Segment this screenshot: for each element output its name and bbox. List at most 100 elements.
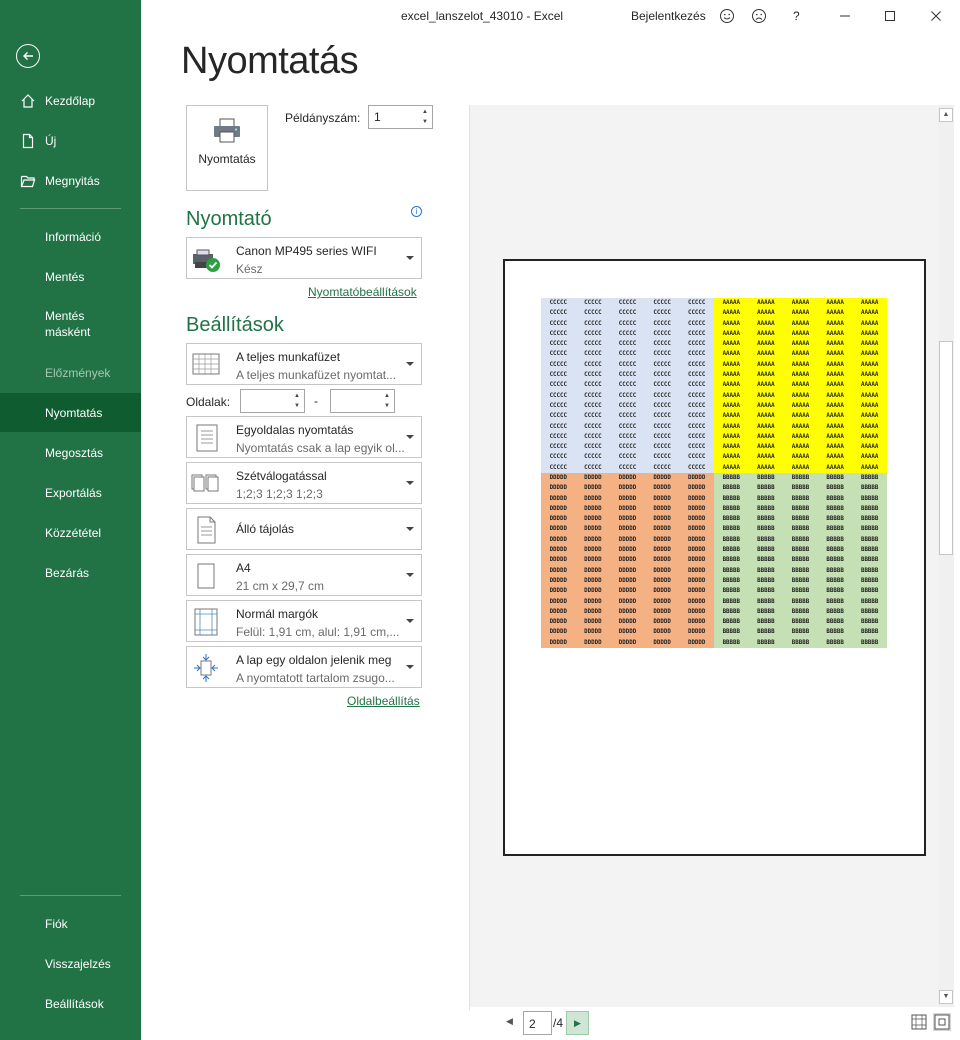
preview-cell: DDDDD — [653, 577, 671, 584]
sidebar-item-label: Megnyitás — [45, 174, 100, 188]
preview-cell: AAAAA — [757, 361, 775, 368]
sidebar-item-close[interactable]: Bezárás — [0, 554, 141, 592]
preview-cell: DDDDD — [653, 639, 671, 646]
printer-properties-link[interactable]: Nyomtatóbeállítások — [308, 285, 417, 299]
chevron-down-icon — [406, 665, 414, 669]
preview-cell: DDDDD — [653, 516, 671, 523]
sidebar-item-home[interactable]: Kezdőlap — [0, 82, 141, 120]
page-number-input[interactable]: 2 — [523, 1011, 552, 1035]
sidebar-item-label: Visszajelzés — [45, 957, 111, 971]
preview-cell: CCCCC — [549, 361, 568, 368]
preview-scrollbar[interactable]: ▲ ▼ — [938, 105, 954, 1007]
preview-cell: BBBBB — [860, 536, 879, 543]
preview-cell: BBBBB — [826, 598, 844, 605]
pages-to-stepper[interactable]: ▲ ▼ — [330, 389, 395, 413]
sidebar-item-print[interactable]: Nyomtatás — [0, 393, 141, 432]
preview-cell: CCCCC — [653, 341, 671, 348]
info-icon[interactable]: i — [411, 206, 422, 217]
sidebar-item-info[interactable]: Információ — [0, 218, 141, 256]
preview-cell: CCCCC — [687, 351, 706, 358]
pages-from-input[interactable] — [246, 394, 286, 408]
orientation-dropdown[interactable]: Álló tájolás — [186, 508, 422, 550]
preview-cell: BBBBB — [826, 639, 844, 646]
show-margins-icon[interactable] — [910, 1013, 928, 1031]
spin-down-icon[interactable]: ▼ — [420, 118, 430, 127]
sidebar-item-export[interactable]: Exportálás — [0, 474, 141, 512]
sign-in-link[interactable]: Bejelentkezés — [631, 9, 706, 23]
sidebar-item-save[interactable]: Mentés — [0, 258, 141, 296]
preview-cell: AAAAA — [722, 341, 741, 348]
preview-cell: BBBBB — [722, 577, 741, 584]
sidebar-item-open[interactable]: Megnyitás — [0, 162, 141, 200]
back-arrow-icon[interactable] — [16, 44, 40, 68]
margins-dropdown[interactable]: Normál margók Felül: 1,91 cm, alul: 1,91… — [186, 600, 422, 642]
preview-cell: BBBBB — [860, 475, 879, 481]
preview-cell: CCCCC — [584, 454, 602, 461]
sides-dropdown[interactable]: Egyoldalas nyomtatás Nyomtatás csak a la… — [186, 416, 422, 458]
preview-cell: BBBBB — [757, 598, 775, 605]
preview-cell: AAAAA — [722, 382, 741, 389]
printer-dropdown[interactable]: Canon MP495 series WIFI Kész — [186, 237, 422, 279]
preview-cell: BBBBB — [791, 547, 810, 554]
print-button[interactable]: Nyomtatás — [186, 105, 268, 191]
sidebar-item-new[interactable]: Új — [0, 122, 141, 160]
preview-cell: DDDDD — [653, 495, 671, 502]
copies-stepper[interactable]: ▲ ▼ — [368, 105, 433, 129]
preview-cell: BBBBB — [757, 526, 775, 533]
preview-cell: CCCCC — [584, 300, 602, 306]
collate-dropdown[interactable]: Szétválogatással 1;2;3 1;2;3 1;2;3 — [186, 462, 422, 504]
copies-input[interactable] — [374, 110, 414, 124]
print-what-dropdown[interactable]: A teljes munkafüzet A teljes munkafüzet … — [186, 343, 422, 385]
margins-icon — [194, 608, 218, 636]
preview-cell: CCCCC — [618, 351, 637, 358]
preview-cell: AAAAA — [757, 341, 775, 348]
scroll-up-icon[interactable]: ▲ — [939, 108, 953, 122]
pages-to-input[interactable] — [336, 394, 376, 408]
preview-cell: AAAAA — [791, 444, 810, 451]
preview-cell: BBBBB — [826, 577, 844, 584]
preview-cell: BBBBB — [791, 475, 810, 481]
spin-up-icon[interactable]: ▲ — [292, 392, 302, 401]
sidebar-item-share[interactable]: Megosztás — [0, 434, 141, 472]
spin-up-icon[interactable]: ▲ — [382, 392, 392, 401]
spin-up-icon[interactable]: ▲ — [420, 108, 430, 117]
preview-cell: BBBBB — [860, 608, 879, 615]
preview-cell: DDDDD — [549, 629, 568, 636]
preview-cell: BBBBB — [757, 567, 775, 574]
preview-cell: BBBBB — [722, 526, 741, 533]
preview-cell: DDDDD — [549, 516, 568, 523]
sidebar-divider — [20, 208, 121, 209]
spin-down-icon[interactable]: ▼ — [292, 402, 302, 411]
preview-cell: AAAAA — [860, 341, 879, 348]
zoom-to-page-icon[interactable] — [933, 1013, 951, 1031]
sidebar-item-feedback[interactable]: Visszajelzés — [0, 945, 141, 983]
sidebar-item-options[interactable]: Beállítások — [0, 985, 141, 1023]
close-icon[interactable] — [928, 8, 944, 24]
preview-cell: BBBBB — [791, 588, 810, 595]
sidebar-item-save-as[interactable]: Mentés másként — [0, 306, 141, 342]
previous-page-icon[interactable]: ◀ — [506, 1016, 513, 1027]
sidebar-item-label: Exportálás — [45, 486, 102, 500]
paper-size-dropdown[interactable]: A4 21 cm x 29,7 cm — [186, 554, 422, 596]
sidebar-item-account[interactable]: Fiók — [0, 905, 141, 943]
scrollbar-thumb[interactable] — [939, 341, 953, 555]
minimize-icon[interactable] — [837, 8, 853, 24]
next-page-icon[interactable]: ▶ — [566, 1011, 589, 1035]
scroll-down-icon[interactable]: ▼ — [939, 990, 953, 1004]
scaling-dropdown[interactable]: A lap egy oldalon jelenik meg A nyomtato… — [186, 646, 422, 688]
setting-title: Normál margók — [236, 607, 319, 621]
help-icon[interactable]: ? — [793, 9, 809, 25]
smiley-icon[interactable] — [719, 8, 735, 24]
page-setup-link[interactable]: Oldalbeállítás — [347, 694, 420, 708]
preview-cell: DDDDD — [584, 485, 602, 492]
preview-cell: CCCCC — [653, 392, 671, 399]
maximize-icon[interactable] — [882, 8, 898, 24]
preview-cell: BBBBB — [826, 629, 844, 636]
sidebar-item-label: Nyomtatás — [45, 405, 103, 420]
preview-cell: AAAAA — [826, 433, 844, 440]
pages-from-stepper[interactable]: ▲ ▼ — [240, 389, 305, 413]
setting-subtitle: Nyomtatás csak a lap egyik ol... — [236, 441, 405, 455]
frown-icon[interactable] — [751, 8, 767, 24]
spin-down-icon[interactable]: ▼ — [382, 402, 392, 411]
sidebar-item-publish[interactable]: Közzététel — [0, 514, 141, 552]
